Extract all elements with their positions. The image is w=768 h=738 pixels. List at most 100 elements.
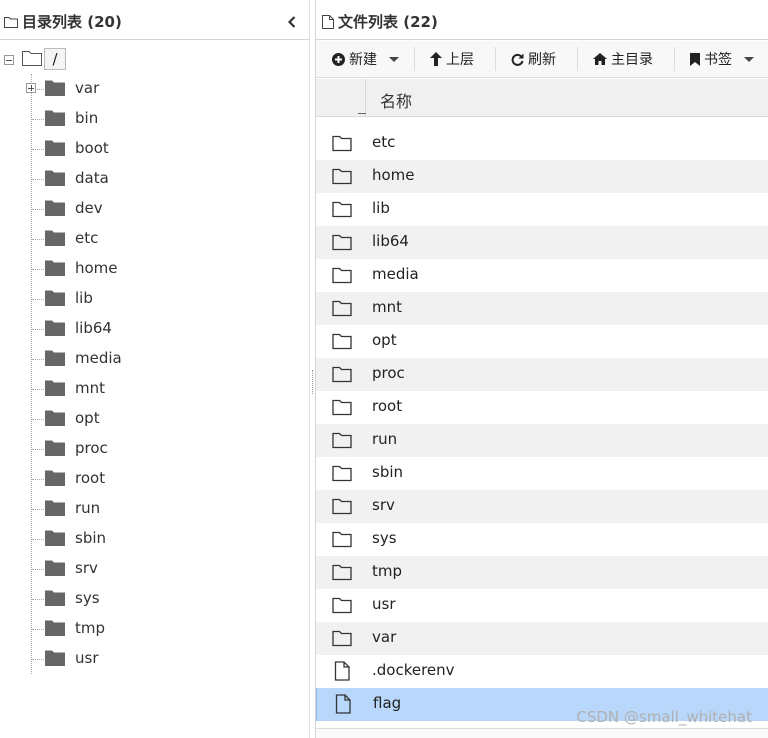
folder-outline-icon xyxy=(332,135,352,152)
tree-item[interactable]: sbin xyxy=(0,524,309,554)
tree-item-label: root xyxy=(75,469,106,487)
panel-splitter[interactable] xyxy=(309,0,316,738)
tree-branch-line xyxy=(32,269,44,270)
tree-item[interactable]: mnt xyxy=(0,374,309,404)
file-row[interactable]: .dockerenv xyxy=(316,655,768,688)
tree-item[interactable]: dev xyxy=(0,194,309,224)
tree-item[interactable]: data xyxy=(0,164,309,194)
file-row[interactable]: proc xyxy=(316,358,768,391)
folder-outline-icon xyxy=(332,201,352,218)
tree-item[interactable]: boot xyxy=(0,134,309,164)
tree-item-label: tmp xyxy=(75,619,106,637)
file-row[interactable]: lib xyxy=(316,193,768,226)
tree-branch-line xyxy=(32,119,44,120)
file-row[interactable]: media xyxy=(316,259,768,292)
folder-icon xyxy=(45,620,65,636)
tree-branch-line xyxy=(32,389,44,390)
icon-column-header[interactable] xyxy=(316,79,366,117)
new-button[interactable]: 新建 xyxy=(332,45,399,73)
tree-item[interactable]: media xyxy=(0,344,309,374)
tree-item[interactable]: usr xyxy=(0,644,309,674)
folder-outline-icon xyxy=(332,597,352,614)
tree-item[interactable]: lib64 xyxy=(0,314,309,344)
collapse-panel-icon[interactable] xyxy=(285,13,299,31)
expand-icon[interactable] xyxy=(26,83,36,93)
bookmark-button[interactable]: 书签 xyxy=(690,45,754,73)
folder-outline-icon xyxy=(332,630,352,647)
tree-item-label: etc xyxy=(75,229,99,247)
file-row[interactable]: home xyxy=(316,160,768,193)
folder-icon xyxy=(45,170,65,186)
file-row-name: proc xyxy=(372,364,405,382)
tree-item[interactable]: etc xyxy=(0,224,309,254)
home-dir-button[interactable]: 主目录 xyxy=(593,45,653,73)
tree-item[interactable]: root xyxy=(0,464,309,494)
tree-branch-line xyxy=(32,509,44,510)
tree-item-label: media xyxy=(75,349,122,367)
tree-branch-line xyxy=(32,359,44,360)
folder-icon xyxy=(45,440,65,456)
tree-branch-line xyxy=(32,599,44,600)
tree-root-item[interactable]: / xyxy=(44,48,66,70)
tree-item-label: run xyxy=(75,499,101,517)
file-grid-header: 名称 xyxy=(316,79,768,117)
tree-item[interactable]: tmp xyxy=(0,614,309,644)
file-row-name: tmp xyxy=(372,562,403,580)
folder-icon xyxy=(45,140,65,156)
tree-item[interactable]: srv xyxy=(0,554,309,584)
folder-outline-icon xyxy=(4,16,18,28)
tree-item[interactable]: run xyxy=(0,494,309,524)
file-row[interactable]: run xyxy=(316,424,768,457)
tree-branch-line xyxy=(32,239,44,240)
refresh-icon xyxy=(511,53,524,66)
up-level-button[interactable]: 上层 xyxy=(430,45,474,73)
name-column-header[interactable]: 名称 xyxy=(380,88,412,112)
folder-icon xyxy=(45,110,65,126)
file-row[interactable]: tmp xyxy=(316,556,768,589)
folder-icon xyxy=(45,560,65,576)
toolbar-divider xyxy=(414,47,415,71)
file-row[interactable]: mnt xyxy=(316,292,768,325)
folder-icon xyxy=(45,320,65,336)
folder-icon xyxy=(45,410,65,426)
tree-item[interactable]: proc xyxy=(0,434,309,464)
directory-panel: 目录列表 (20) / var bin boot data dev etc home lib l… xyxy=(0,0,309,738)
file-row-name: usr xyxy=(372,595,396,613)
scroll-marker xyxy=(358,113,366,114)
chevron-down-icon xyxy=(389,56,399,62)
file-row[interactable]: lib64 xyxy=(316,226,768,259)
file-row[interactable]: etc xyxy=(316,127,768,160)
toolbar-divider xyxy=(577,47,578,71)
folder-icon xyxy=(45,650,65,666)
bookmark-icon xyxy=(690,52,700,66)
tree-item[interactable]: lib xyxy=(0,284,309,314)
file-row[interactable]: sys xyxy=(316,523,768,556)
file-row[interactable]: opt xyxy=(316,325,768,358)
tree-item[interactable]: var xyxy=(0,74,309,104)
tree-branch-line xyxy=(32,179,44,180)
splitter-grip[interactable] xyxy=(312,370,313,394)
file-row-name: etc xyxy=(372,133,396,151)
file-row[interactable]: srv xyxy=(316,490,768,523)
tree-item-label: var xyxy=(75,79,100,97)
tree-item[interactable]: opt xyxy=(0,404,309,434)
refresh-label: 刷新 xyxy=(528,52,556,68)
file-panel-footer xyxy=(316,728,768,738)
file-row[interactable]: sbin xyxy=(316,457,768,490)
file-row-name: run xyxy=(372,430,398,448)
collapse-root-icon[interactable] xyxy=(4,55,14,65)
tree-item[interactable]: home xyxy=(0,254,309,284)
file-row[interactable]: usr xyxy=(316,589,768,622)
file-row[interactable]: var xyxy=(316,622,768,655)
folder-icon xyxy=(45,530,65,546)
tree-item[interactable]: bin xyxy=(0,104,309,134)
tree-branch-line xyxy=(32,209,44,210)
file-row[interactable]: root xyxy=(316,391,768,424)
watermark: CSDN @small_whitehat xyxy=(576,708,752,726)
refresh-button[interactable]: 刷新 xyxy=(511,45,556,73)
tree-item[interactable]: sys xyxy=(0,584,309,614)
tree-branch-line xyxy=(32,629,44,630)
file-row-name: var xyxy=(372,628,397,646)
folder-icon xyxy=(45,590,65,606)
file-row-name: sys xyxy=(372,529,397,547)
